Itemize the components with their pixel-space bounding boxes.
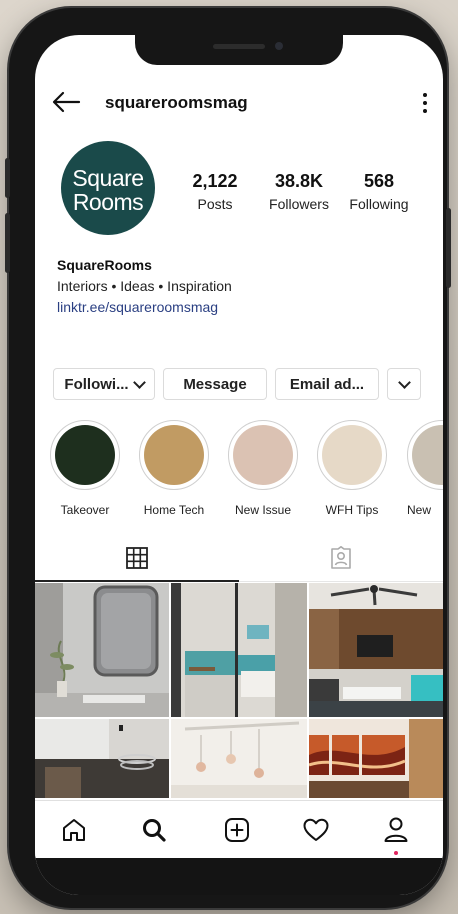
following-label: Following xyxy=(349,196,409,212)
nav-search[interactable] xyxy=(137,813,171,847)
highlight-label: Home Tech xyxy=(143,503,205,517)
chevron-down-icon xyxy=(397,375,411,389)
highlight-label: New Issue xyxy=(234,503,292,517)
bottom-navigation xyxy=(35,800,443,859)
post-image xyxy=(309,583,443,717)
posts-grid xyxy=(35,583,443,798)
highlight-cover xyxy=(144,425,204,485)
tagged-icon xyxy=(331,546,351,569)
avatar-logo-line2: Rooms xyxy=(72,189,144,215)
highlight-ring xyxy=(50,420,120,490)
following-button[interactable]: Followi... xyxy=(53,368,155,400)
dot-icon xyxy=(423,101,427,105)
highlight-cover xyxy=(412,425,443,485)
post-image xyxy=(171,583,307,717)
new-post-icon xyxy=(225,818,249,842)
home-icon xyxy=(63,819,85,841)
phone-frame: squareroomsmag Square Rooms 2,122 Posts … xyxy=(5,8,451,908)
back-button[interactable] xyxy=(51,89,81,115)
post-thumbnail[interactable] xyxy=(35,719,169,798)
speaker xyxy=(213,44,265,49)
following-button-label: Followi... xyxy=(64,375,129,393)
notification-dot xyxy=(394,851,398,855)
highlight-label: New xyxy=(407,503,432,517)
following-stat[interactable]: 568 Following xyxy=(343,171,415,212)
nav-new-post[interactable] xyxy=(220,813,254,847)
followers-stat[interactable]: 38.8K Followers xyxy=(261,171,337,212)
message-button[interactable]: Message xyxy=(163,368,267,400)
notch xyxy=(135,35,343,65)
bio: SquareRooms Interiors • Ideas • Inspirat… xyxy=(57,255,232,318)
more-options-button[interactable] xyxy=(419,91,431,115)
highlight-wfh-tips[interactable]: WFH Tips xyxy=(316,420,388,517)
home-indicator-area xyxy=(35,858,443,895)
highlight-cover xyxy=(55,425,115,485)
chevron-down-icon xyxy=(132,375,146,389)
highlight-ring xyxy=(317,420,387,490)
message-button-label: Message xyxy=(183,375,247,393)
post-image xyxy=(35,719,169,798)
highlight-ring xyxy=(228,420,298,490)
tab-posts-grid[interactable] xyxy=(35,535,239,582)
nav-profile[interactable] xyxy=(379,813,413,855)
front-camera xyxy=(275,42,283,50)
dot-icon xyxy=(423,93,427,97)
suggested-dropdown-button[interactable] xyxy=(387,368,421,400)
profile-header: squareroomsmag xyxy=(35,85,443,121)
following-count: 568 xyxy=(363,171,395,191)
heart-icon xyxy=(303,818,329,841)
highlight-label: Takeover xyxy=(60,503,110,517)
followers-count: 38.8K xyxy=(274,171,324,191)
post-thumbnail[interactable] xyxy=(309,719,443,798)
highlight-cover xyxy=(322,425,382,485)
email-button[interactable]: Email ad... xyxy=(275,368,379,400)
nav-home[interactable] xyxy=(57,813,91,847)
volume-button xyxy=(5,158,10,198)
posts-stat[interactable]: 2,122 Posts xyxy=(185,171,245,212)
avatar[interactable]: Square Rooms xyxy=(61,141,155,235)
volume-button xyxy=(5,213,10,273)
profile-tabs xyxy=(35,535,443,582)
posts-label: Posts xyxy=(197,196,233,212)
nav-activity[interactable] xyxy=(299,813,333,847)
highlight-home-tech[interactable]: Home Tech xyxy=(138,420,210,517)
bio-tagline: Interiors • Ideas • Inspiration xyxy=(57,278,232,294)
back-arrow-icon xyxy=(52,91,81,113)
highlight-cover xyxy=(233,425,293,485)
highlight-ring xyxy=(407,420,443,490)
post-thumbnail[interactable] xyxy=(309,583,443,717)
post-thumbnail[interactable] xyxy=(35,583,169,717)
post-image xyxy=(309,719,443,798)
highlight-new[interactable]: New xyxy=(405,420,443,517)
bio-link[interactable]: linktr.ee/squareroomsmag xyxy=(57,297,232,318)
screen: squareroomsmag Square Rooms 2,122 Posts … xyxy=(35,35,443,895)
dot-icon xyxy=(423,109,427,113)
highlight-new-issue[interactable]: New Issue xyxy=(227,420,299,517)
power-button xyxy=(446,208,451,288)
highlight-ring xyxy=(139,420,209,490)
profile-icon xyxy=(384,817,408,842)
email-button-label: Email ad... xyxy=(289,375,365,393)
post-thumbnail[interactable] xyxy=(171,719,307,798)
grid-icon xyxy=(126,546,148,569)
highlight-label: WFH Tips xyxy=(325,503,379,517)
search-icon xyxy=(143,819,166,842)
username: squareroomsmag xyxy=(105,93,248,112)
followers-label: Followers xyxy=(269,196,329,212)
post-thumbnail[interactable] xyxy=(171,583,307,717)
display-name: SquareRooms xyxy=(57,257,152,273)
tab-tagged[interactable] xyxy=(239,535,443,581)
posts-count: 2,122 xyxy=(192,171,238,191)
avatar-logo-line1: Square xyxy=(72,165,144,191)
post-image xyxy=(35,583,169,717)
highlight-takeover[interactable]: Takeover xyxy=(49,420,121,517)
post-image xyxy=(171,719,307,798)
